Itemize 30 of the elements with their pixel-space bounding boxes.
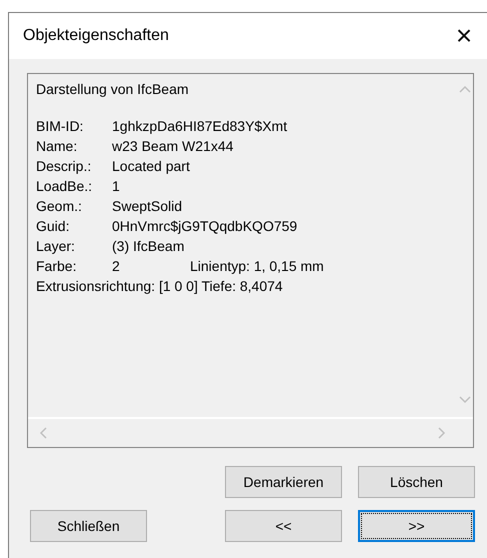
window-title: Objekteigenschaften (23, 27, 169, 45)
scroll-right-icon[interactable] (438, 427, 446, 439)
property-label: Geom.: (36, 197, 83, 216)
property-label: LoadBe.: (36, 177, 94, 196)
property-value: (3) IfcBeam (112, 237, 184, 256)
property-label: Layer: (36, 237, 76, 256)
property-value: 1 (112, 177, 120, 196)
property-label: BIM-ID: (36, 117, 84, 136)
property-label: Name: (36, 137, 78, 156)
property-value: 2 (112, 257, 121, 276)
dialog-button[interactable]: Schließen (30, 510, 147, 542)
dialog-button[interactable]: << (225, 510, 342, 542)
property-text: Extrusionsrichtung: [1 0 0] Tiefe: 8,4074 (36, 277, 284, 296)
property-label: Descrip.: (36, 157, 92, 176)
heading-text: Darstellung von IfcBeam (36, 80, 190, 99)
dialog-button[interactable]: Demarkieren (225, 466, 342, 498)
property-text: Linientyp: 1, 0,15 mm (190, 257, 324, 276)
property-value: 1ghkzpDa6HI87Ed83Y$Xmt (112, 117, 288, 136)
dialog-button[interactable]: Löschen (358, 466, 475, 498)
property-value: SweptSolid (112, 197, 182, 216)
dialog-button[interactable]: >> (358, 510, 475, 542)
scroll-down-icon[interactable] (458, 396, 470, 404)
property-label: Guid: (36, 217, 70, 236)
scroll-left-icon[interactable] (39, 427, 47, 439)
property-value: w23 Beam W21x44 (112, 137, 234, 156)
close-button[interactable]: × (441, 13, 487, 59)
scroll-up-icon[interactable] (458, 85, 470, 93)
property-value: Located part (112, 157, 190, 176)
property-value: 0HnVmrc$jG9TQqdbKQO759 (112, 217, 298, 236)
property-label: Farbe: (36, 257, 78, 276)
